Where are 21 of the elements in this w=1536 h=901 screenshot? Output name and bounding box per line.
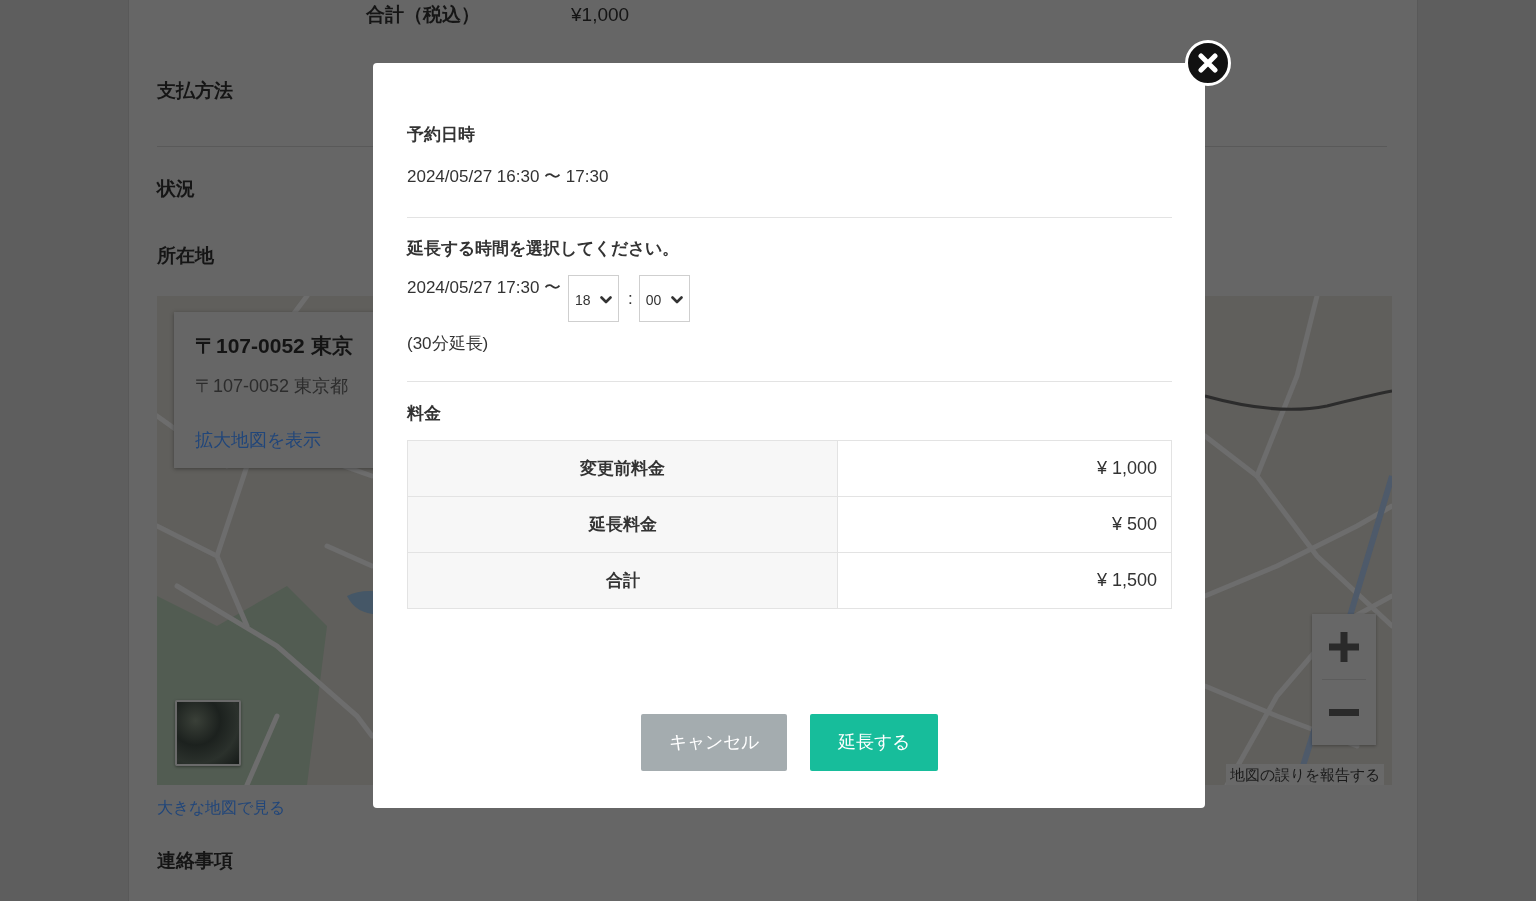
reservation-datetime: 2024/05/27 16:30 〜 17:30 [407, 166, 609, 188]
place-address: 〒107-0052 東京都 [195, 375, 349, 398]
extension-start-time: 2024/05/27 17:30 〜 [407, 277, 562, 299]
total-value: ¥1,000 [571, 3, 630, 27]
reservation-heading: 予約日時 [407, 124, 475, 146]
fee-label-cell: 変更前料金 [407, 440, 838, 497]
fee-amount-cell: ¥ 500 [837, 496, 1172, 553]
time-separator: : [628, 287, 633, 310]
fee-amount-cell: ¥ 1,000 [837, 440, 1172, 497]
fee-heading: 料金 [407, 403, 441, 425]
place-title: 〒107-0052 東京 [195, 333, 353, 359]
field-label: 状況 [157, 178, 195, 199]
fee-label-cell: 延長料金 [407, 496, 838, 553]
fee-amount-cell: ¥ 1,500 [837, 552, 1172, 609]
section-heading: 連絡事項 [157, 850, 233, 871]
extension-note: (30分延長) [407, 333, 489, 355]
total-label: 合計（税込） [366, 3, 481, 27]
field-label: 所在地 [157, 245, 214, 266]
extension-heading: 延長する時間を選択してください。 [407, 238, 679, 260]
fee-label-cell: 合計 [407, 552, 838, 609]
field-label: 支払方法 [157, 80, 233, 101]
